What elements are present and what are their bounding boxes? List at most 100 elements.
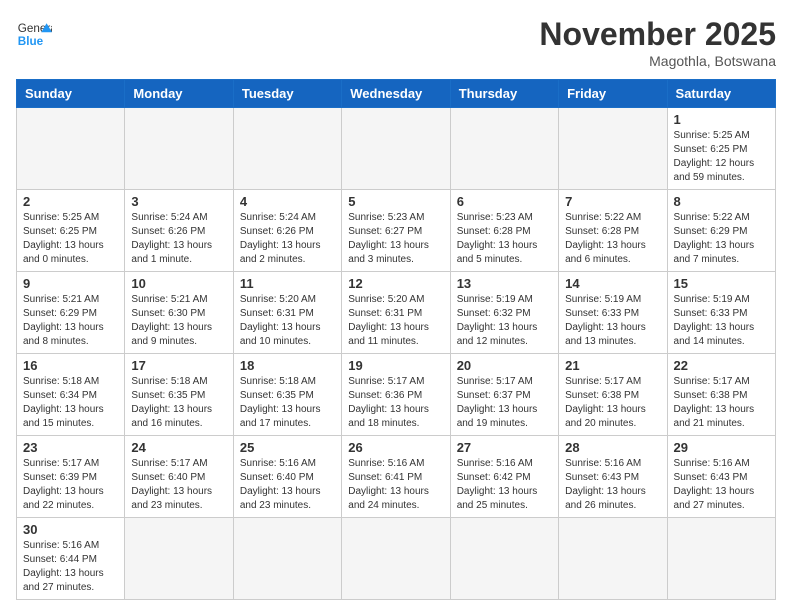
calendar-cell: 23 Sunrise: 5:17 AM Sunset: 6:39 PM Dayli… xyxy=(17,436,125,518)
calendar-cell: 29 Sunrise: 5:16 AM Sunset: 6:43 PM Dayli… xyxy=(667,436,775,518)
day-number: 5 xyxy=(348,194,443,209)
day-number: 24 xyxy=(131,440,226,455)
calendar-cell: 14Sunrise: 5:19 AM Sunset: 6:33 PM Dayli… xyxy=(559,272,667,354)
calendar-week-row-5: 30 Sunrise: 5:16 AM Sunset: 6:44 PM Dayli… xyxy=(17,518,776,600)
day-info: Sunrise: 5:24 AM Sunset: 6:26 PM Dayligh… xyxy=(131,211,226,267)
day-info: Sunrise: 5:22 AM Sunset: 6:29 PM Dayligh… xyxy=(674,211,769,267)
calendar-week-row-1: 2Sunrise: 5:25 AM Sunset: 6:25 PM Daylig… xyxy=(17,190,776,272)
calendar-week-row-3: 16 Sunrise: 5:18 AM Sunset: 6:34 PM Dayli… xyxy=(17,354,776,436)
day-number: 23 xyxy=(23,440,118,455)
calendar-cell: 2Sunrise: 5:25 AM Sunset: 6:25 PM Daylig… xyxy=(17,190,125,272)
calendar-cell: 6Sunrise: 5:23 AM Sunset: 6:28 PM Daylig… xyxy=(450,190,558,272)
calendar-cell: 11 Sunrise: 5:20 AM Sunset: 6:31 PM Dayli… xyxy=(233,272,341,354)
day-info: Sunrise: 5:18 AM Sunset: 6:34 PM Dayligh… xyxy=(23,375,118,431)
day-number: 1 xyxy=(674,112,769,127)
day-info: Sunrise: 5:17 AM Sunset: 6:40 PM Dayligh… xyxy=(131,457,226,513)
calendar-cell xyxy=(125,108,233,190)
weekday-header-thursday: Thursday xyxy=(450,80,558,108)
day-info: Sunrise: 5:23 AM Sunset: 6:27 PM Dayligh… xyxy=(348,211,443,267)
day-info: Sunrise: 5:16 AM Sunset: 6:43 PM Dayligh… xyxy=(674,457,769,513)
calendar-cell: 19 Sunrise: 5:17 AM Sunset: 6:36 PM Dayli… xyxy=(342,354,450,436)
calendar-cell: 8Sunrise: 5:22 AM Sunset: 6:29 PM Daylig… xyxy=(667,190,775,272)
calendar-cell: 18 Sunrise: 5:18 AM Sunset: 6:35 PM Dayli… xyxy=(233,354,341,436)
day-number: 11 xyxy=(240,276,335,291)
weekday-header-row: SundayMondayTuesdayWednesdayThursdayFrid… xyxy=(17,80,776,108)
logo: General Blue xyxy=(16,16,52,52)
header: General Blue November 2025 Magothla, Bot… xyxy=(16,16,776,69)
calendar-cell xyxy=(233,518,341,600)
day-number: 4 xyxy=(240,194,335,209)
day-info: Sunrise: 5:21 AM Sunset: 6:30 PM Dayligh… xyxy=(131,293,226,349)
calendar-cell: 22 Sunrise: 5:17 AM Sunset: 6:38 PM Dayli… xyxy=(667,354,775,436)
day-info: Sunrise: 5:19 AM Sunset: 6:33 PM Dayligh… xyxy=(674,293,769,349)
calendar-cell xyxy=(125,518,233,600)
calendar-cell xyxy=(342,518,450,600)
day-info: Sunrise: 5:20 AM Sunset: 6:31 PM Dayligh… xyxy=(348,293,443,349)
day-number: 10 xyxy=(131,276,226,291)
day-info: Sunrise: 5:17 AM Sunset: 6:38 PM Dayligh… xyxy=(674,375,769,431)
day-number: 20 xyxy=(457,358,552,373)
day-number: 12 xyxy=(348,276,443,291)
svg-text:Blue: Blue xyxy=(18,35,44,48)
day-number: 3 xyxy=(131,194,226,209)
day-info: Sunrise: 5:17 AM Sunset: 6:36 PM Dayligh… xyxy=(348,375,443,431)
day-info: Sunrise: 5:19 AM Sunset: 6:32 PM Dayligh… xyxy=(457,293,552,349)
day-number: 25 xyxy=(240,440,335,455)
calendar-cell: 10 Sunrise: 5:21 AM Sunset: 6:30 PM Dayli… xyxy=(125,272,233,354)
calendar-cell: 27Sunrise: 5:16 AM Sunset: 6:42 PM Dayli… xyxy=(450,436,558,518)
day-number: 29 xyxy=(674,440,769,455)
calendar-cell: 25 Sunrise: 5:16 AM Sunset: 6:40 PM Dayli… xyxy=(233,436,341,518)
day-info: Sunrise: 5:20 AM Sunset: 6:31 PM Dayligh… xyxy=(240,293,335,349)
day-number: 15 xyxy=(674,276,769,291)
day-number: 19 xyxy=(348,358,443,373)
weekday-header-wednesday: Wednesday xyxy=(342,80,450,108)
day-info: Sunrise: 5:18 AM Sunset: 6:35 PM Dayligh… xyxy=(240,375,335,431)
day-info: Sunrise: 5:17 AM Sunset: 6:38 PM Dayligh… xyxy=(565,375,660,431)
day-info: Sunrise: 5:16 AM Sunset: 6:43 PM Dayligh… xyxy=(565,457,660,513)
day-number: 9 xyxy=(23,276,118,291)
calendar-cell: 20 Sunrise: 5:17 AM Sunset: 6:37 PM Dayli… xyxy=(450,354,558,436)
calendar-cell: 4Sunrise: 5:24 AM Sunset: 6:26 PM Daylig… xyxy=(233,190,341,272)
day-number: 28 xyxy=(565,440,660,455)
calendar-cell: 9 Sunrise: 5:21 AM Sunset: 6:29 PM Daylig… xyxy=(17,272,125,354)
calendar-cell: 21 Sunrise: 5:17 AM Sunset: 6:38 PM Dayli… xyxy=(559,354,667,436)
weekday-header-saturday: Saturday xyxy=(667,80,775,108)
day-number: 18 xyxy=(240,358,335,373)
location: Magothla, Botswana xyxy=(539,53,776,69)
day-info: Sunrise: 5:19 AM Sunset: 6:33 PM Dayligh… xyxy=(565,293,660,349)
calendar-cell xyxy=(17,108,125,190)
calendar-cell: 28 Sunrise: 5:16 AM Sunset: 6:43 PM Dayli… xyxy=(559,436,667,518)
calendar-cell: 15 Sunrise: 5:19 AM Sunset: 6:33 PM Dayli… xyxy=(667,272,775,354)
day-info: Sunrise: 5:16 AM Sunset: 6:40 PM Dayligh… xyxy=(240,457,335,513)
calendar-week-row-0: 1 Sunrise: 5:25 AM Sunset: 6:25 PM Daylig… xyxy=(17,108,776,190)
weekday-header-sunday: Sunday xyxy=(17,80,125,108)
title-area: November 2025 Magothla, Botswana xyxy=(539,16,776,69)
day-number: 30 xyxy=(23,522,118,537)
calendar-cell xyxy=(450,518,558,600)
calendar-week-row-2: 9 Sunrise: 5:21 AM Sunset: 6:29 PM Daylig… xyxy=(17,272,776,354)
day-info: Sunrise: 5:16 AM Sunset: 6:41 PM Dayligh… xyxy=(348,457,443,513)
calendar-cell: 13Sunrise: 5:19 AM Sunset: 6:32 PM Dayli… xyxy=(450,272,558,354)
day-info: Sunrise: 5:18 AM Sunset: 6:35 PM Dayligh… xyxy=(131,375,226,431)
day-number: 17 xyxy=(131,358,226,373)
day-info: Sunrise: 5:25 AM Sunset: 6:25 PM Dayligh… xyxy=(23,211,118,267)
day-number: 21 xyxy=(565,358,660,373)
day-info: Sunrise: 5:23 AM Sunset: 6:28 PM Dayligh… xyxy=(457,211,552,267)
day-info: Sunrise: 5:25 AM Sunset: 6:25 PM Dayligh… xyxy=(674,129,769,185)
calendar-cell: 24 Sunrise: 5:17 AM Sunset: 6:40 PM Dayli… xyxy=(125,436,233,518)
day-info: Sunrise: 5:17 AM Sunset: 6:39 PM Dayligh… xyxy=(23,457,118,513)
day-number: 22 xyxy=(674,358,769,373)
calendar-cell: 3 Sunrise: 5:24 AM Sunset: 6:26 PM Daylig… xyxy=(125,190,233,272)
month-title: November 2025 xyxy=(539,16,776,53)
day-info: Sunrise: 5:16 AM Sunset: 6:44 PM Dayligh… xyxy=(23,539,118,595)
calendar-cell xyxy=(559,108,667,190)
day-info: Sunrise: 5:21 AM Sunset: 6:29 PM Dayligh… xyxy=(23,293,118,349)
weekday-header-monday: Monday xyxy=(125,80,233,108)
day-number: 16 xyxy=(23,358,118,373)
weekday-header-tuesday: Tuesday xyxy=(233,80,341,108)
calendar-week-row-4: 23 Sunrise: 5:17 AM Sunset: 6:39 PM Dayli… xyxy=(17,436,776,518)
calendar-cell: 1 Sunrise: 5:25 AM Sunset: 6:25 PM Daylig… xyxy=(667,108,775,190)
calendar-table: SundayMondayTuesdayWednesdayThursdayFrid… xyxy=(16,79,776,600)
day-info: Sunrise: 5:17 AM Sunset: 6:37 PM Dayligh… xyxy=(457,375,552,431)
generalblue-logo-icon: General Blue xyxy=(16,16,52,52)
